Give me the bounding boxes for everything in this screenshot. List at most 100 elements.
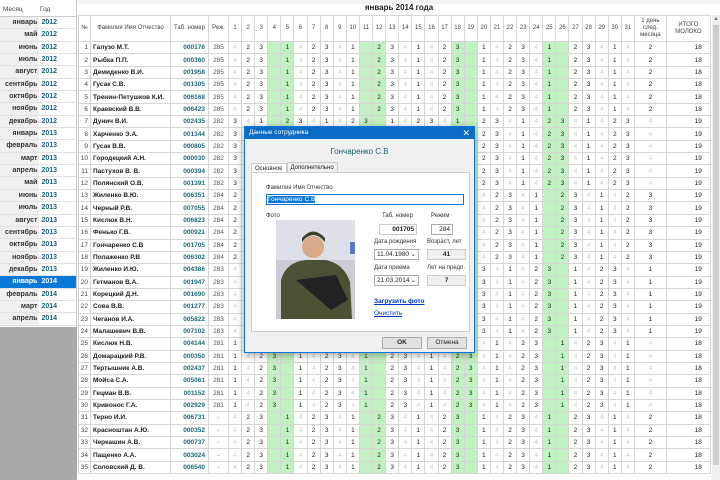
day-cell[interactable]: 4	[502, 164, 518, 178]
day-cell[interactable]: 3	[476, 300, 491, 314]
day-cell[interactable]: 2	[489, 250, 504, 265]
day-cell[interactable]: 4	[424, 435, 439, 450]
day-cell[interactable]: 4	[437, 398, 452, 413]
day-cell[interactable]: 3	[581, 53, 596, 67]
day-cell[interactable]: 3	[555, 164, 570, 178]
day-cell[interactable]: 2	[437, 435, 452, 450]
day-cell[interactable]: 3	[476, 312, 491, 326]
day-cell[interactable]: 4	[411, 374, 426, 388]
day-cell[interactable]	[542, 213, 557, 228]
day-cell[interactable]	[555, 53, 570, 67]
day-cell[interactable]: 3	[385, 102, 400, 117]
day-cell[interactable]	[280, 386, 295, 400]
day-cell[interactable]: 4	[227, 102, 243, 117]
table-row[interactable]: 2 Рыбка П.П. 000360 285 4 2 3 1 4 2 3 4 1 2 3 4 1 4 2 3 1 4 2 3…	[78, 53, 711, 67]
day-cell[interactable]: 1	[542, 78, 557, 92]
day-cell[interactable]: 3	[385, 65, 400, 80]
day-cell[interactable]: 3	[502, 238, 518, 252]
day-cell[interactable]: 3	[254, 40, 269, 55]
day-cell[interactable]: 1	[476, 40, 491, 55]
day-cell[interactable]: 2	[372, 90, 387, 104]
hire-date-picker[interactable]: 21.03.2014 ⌄	[374, 275, 419, 286]
day-cell[interactable]: 4	[424, 423, 439, 438]
day-cell[interactable]: 4	[332, 78, 347, 92]
day-cell[interactable]: 4	[516, 238, 531, 252]
table-row[interactable]: 5 Тренин-Петушков К.И. 006168 285 4 2 3 1 4 2 3 4 1 2…	[78, 90, 711, 104]
day-cell[interactable]: 3	[529, 386, 544, 400]
day-cell[interactable]: 4	[594, 448, 609, 462]
day-cell[interactable]: 1	[358, 361, 374, 376]
day-cell[interactable]: 4	[568, 361, 583, 376]
employee-name[interactable]: Харченко Э.А.	[90, 127, 171, 141]
employee-name[interactable]: Галузо М.Т.	[90, 40, 171, 55]
day-cell[interactable]: 3	[319, 40, 334, 55]
day-cell[interactable]: 1	[502, 324, 518, 339]
day-cell[interactable]: 2	[489, 189, 504, 203]
day-cell[interactable]: 4	[489, 263, 504, 277]
table-row[interactable]: 35 Соловский Д. В. 006540-4 2 3 1 4 2 3 4 1 2 3 4 1 4 2 3…	[78, 460, 711, 475]
day-cell[interactable]: 3	[502, 213, 518, 228]
day-cell[interactable]	[267, 423, 282, 438]
month-list-item[interactable]: декабрь 2013	[0, 263, 76, 277]
day-cell[interactable]: 4	[607, 374, 622, 388]
day-cell[interactable]: 1	[502, 312, 518, 326]
day-cell[interactable]: 4	[568, 374, 583, 388]
day-cell[interactable]: 1	[607, 448, 622, 462]
day-cell[interactable]: 1	[542, 40, 557, 55]
day-cell[interactable]: 1	[620, 374, 635, 388]
day-cell[interactable]: 1	[594, 213, 609, 228]
day-cell[interactable]: 2	[372, 40, 387, 55]
day-cell[interactable]: 4	[620, 300, 635, 314]
day-cell[interactable]	[542, 201, 557, 215]
day-cell[interactable]: 4	[502, 337, 518, 351]
day-cell[interactable]: 2	[568, 65, 583, 80]
day-cell[interactable]: 1	[502, 300, 518, 314]
day-cell[interactable]: 1	[555, 361, 570, 376]
day-cell[interactable]: 3	[542, 312, 557, 326]
day-cell[interactable]: 2	[581, 386, 596, 400]
day-cell[interactable]: 1	[620, 386, 635, 400]
day-cell[interactable]: 2	[581, 361, 596, 376]
day-cell[interactable]: 3	[542, 300, 557, 314]
day-cell[interactable]: 1	[594, 238, 609, 252]
day-cell[interactable]: 3	[476, 275, 491, 289]
day-cell[interactable]: 4	[489, 287, 504, 302]
day-cell[interactable]: 3	[555, 152, 570, 166]
day-cell[interactable]: 4	[594, 90, 609, 104]
day-cell[interactable]: 2	[319, 374, 334, 388]
day-cell[interactable]: 3	[267, 374, 282, 388]
day-cell[interactable]: 2	[437, 53, 452, 67]
day-cell[interactable]: 1	[280, 448, 295, 462]
day-cell[interactable]: 2	[227, 189, 243, 203]
day-cell[interactable]: 2	[568, 435, 583, 450]
day-cell[interactable]: 4	[594, 102, 609, 117]
month-list-item[interactable]: декабрь 2012	[0, 115, 76, 129]
day-cell[interactable]	[542, 238, 557, 252]
employee-name[interactable]: Полянский О.В.	[90, 176, 171, 191]
day-cell[interactable]	[358, 78, 374, 92]
day-cell[interactable]: 2	[568, 448, 583, 462]
day-cell[interactable]: 3	[620, 115, 635, 129]
day-cell[interactable]	[267, 65, 282, 80]
day-cell[interactable]	[555, 287, 570, 302]
day-cell[interactable]: 4	[529, 90, 544, 104]
day-cell[interactable]: 1	[594, 226, 609, 240]
employee-name[interactable]: Пастухов В. В.	[90, 164, 171, 178]
day-cell[interactable]	[555, 448, 570, 462]
day-cell[interactable]: 4	[607, 398, 622, 413]
day-cell[interactable]: 4	[227, 423, 243, 438]
day-cell[interactable]: 4	[516, 263, 531, 277]
employee-name[interactable]: Фенько Г.В.	[90, 226, 171, 240]
day-cell[interactable]	[267, 411, 282, 425]
day-cell[interactable]: 4	[502, 349, 518, 363]
day-cell[interactable]: 4	[398, 65, 413, 80]
day-cell[interactable]: 2	[516, 374, 531, 388]
day-cell[interactable]: 3	[450, 65, 465, 80]
day-cell[interactable]: 1	[280, 65, 295, 80]
day-cell[interactable]: 4	[620, 324, 635, 339]
day-cell[interactable]: 1	[607, 40, 622, 55]
day-cell[interactable]: 3	[502, 226, 518, 240]
day-cell[interactable]: 4	[568, 176, 583, 191]
day-cell[interactable]: 4	[241, 374, 256, 388]
day-cell[interactable]: 4	[227, 312, 243, 326]
